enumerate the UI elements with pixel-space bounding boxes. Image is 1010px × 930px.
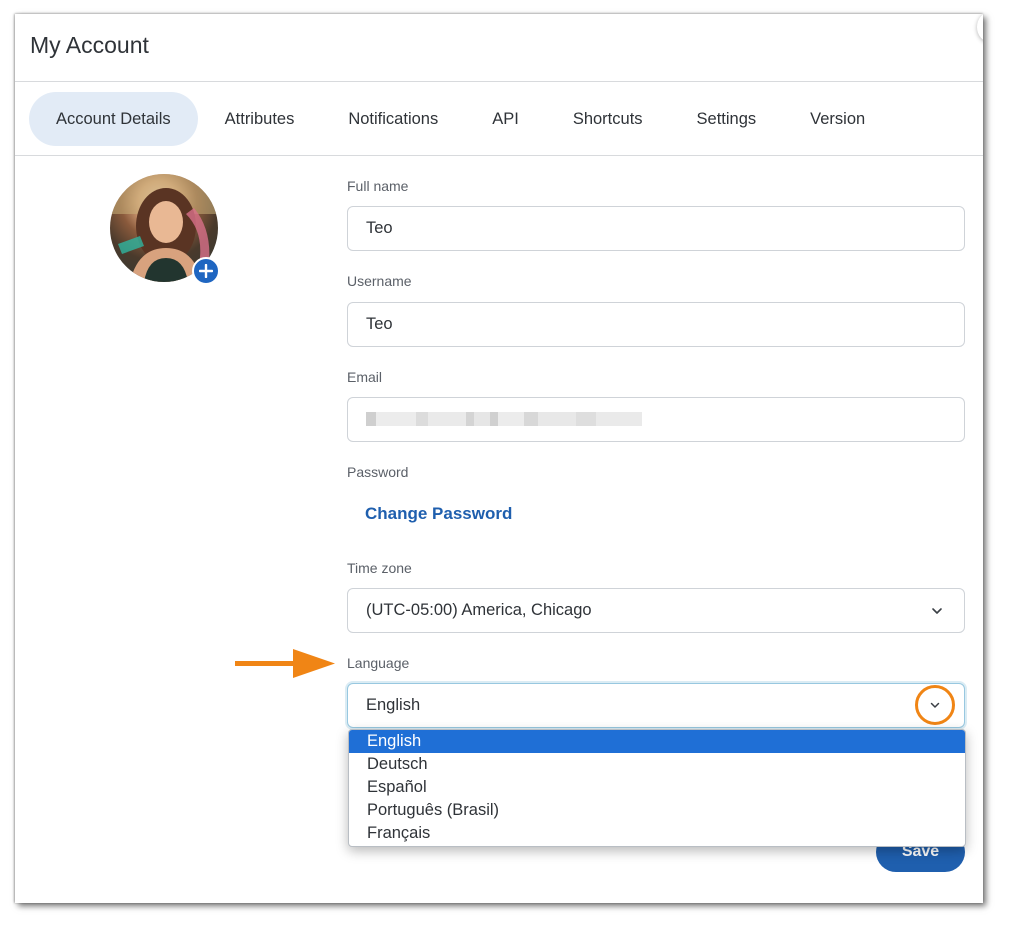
tab-shortcuts[interactable]: Shortcuts (546, 92, 670, 146)
language-select[interactable]: English (347, 683, 965, 728)
tabs-divider (15, 155, 983, 156)
tab-api[interactable]: API (465, 92, 546, 146)
arrow-right-icon (235, 649, 335, 678)
language-option-francais[interactable]: Français (349, 822, 965, 845)
chevron-down-icon (930, 702, 940, 708)
time-zone-value: (UTC-05:00) America, Chicago (366, 601, 592, 619)
email-field[interactable] (347, 397, 965, 442)
dialog-title: My Account (30, 32, 149, 58)
language-option-espanol[interactable]: Español (349, 776, 965, 799)
email-redacted (366, 412, 642, 426)
my-account-dialog: My Account Account Details Attributes No… (15, 14, 983, 903)
language-dropdown-toggle[interactable] (915, 685, 955, 725)
username-field[interactable]: Teo (347, 302, 965, 347)
password-label: Password (347, 464, 409, 480)
tab-account-details[interactable]: Account Details (29, 92, 198, 146)
time-zone-label: Time zone (347, 560, 412, 576)
email-label: Email (347, 369, 383, 385)
language-options-list: English Deutsch Español Português (Brasi… (348, 729, 966, 847)
full-name-field[interactable]: Teo (347, 206, 965, 251)
tab-settings[interactable]: Settings (670, 92, 784, 146)
language-value: English (366, 696, 421, 714)
language-label: Language (347, 655, 410, 671)
add-icon[interactable] (192, 257, 220, 285)
language-option-portugues[interactable]: Português (Brasil) (349, 799, 965, 822)
full-name-label: Full name (347, 178, 409, 194)
header-divider (15, 81, 983, 82)
username-label: Username (347, 273, 412, 289)
tab-notifications[interactable]: Notifications (321, 92, 465, 146)
language-option-english[interactable]: English (349, 730, 965, 753)
close-icon[interactable] (977, 14, 983, 42)
tab-bar: Account Details Attributes Notifications… (29, 92, 892, 146)
chevron-down-icon (932, 608, 942, 614)
change-password-link[interactable]: Change Password (365, 504, 512, 524)
time-zone-select[interactable]: (UTC-05:00) America, Chicago (347, 588, 965, 633)
tab-version[interactable]: Version (783, 92, 892, 146)
language-option-deutsch[interactable]: Deutsch (349, 753, 965, 776)
tab-attributes[interactable]: Attributes (198, 92, 322, 146)
